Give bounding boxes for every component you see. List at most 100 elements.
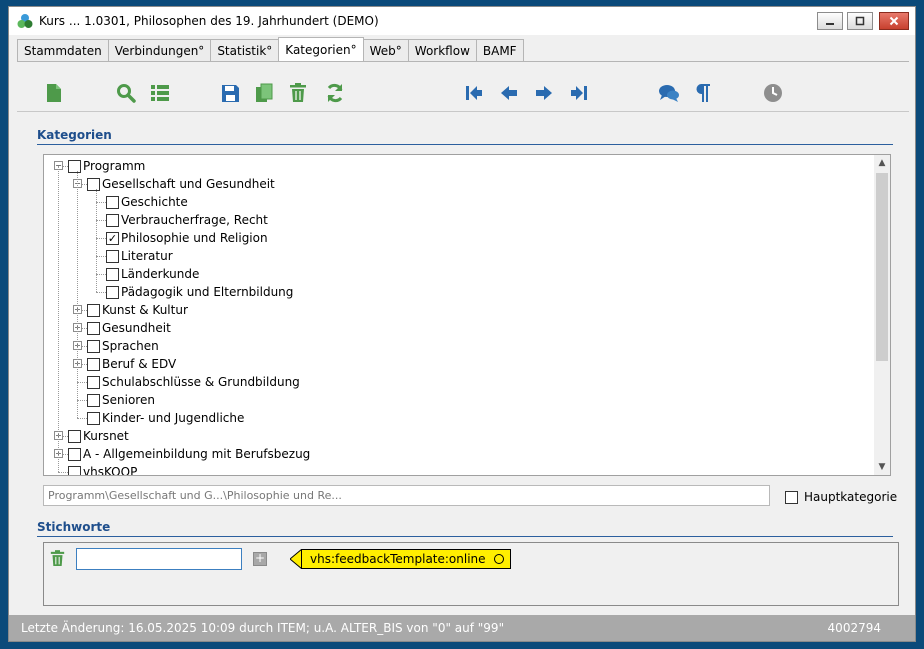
tree-item-label: Pädagogik und Elternbildung — [121, 285, 294, 299]
tree-item[interactable]: Schulabschlüsse & Grundbildung — [87, 373, 300, 391]
last-record-button[interactable] — [568, 82, 590, 104]
tree-item[interactable]: Kinder- und Jugendliche — [87, 409, 244, 427]
delete-button[interactable] — [287, 82, 309, 104]
tree-connector — [96, 274, 106, 275]
keyword-tag[interactable]: vhs:feedbackTemplate:online — [290, 549, 511, 569]
tree-item-checkbox[interactable] — [87, 375, 100, 389]
tree-item-checkbox[interactable]: ✓ — [106, 231, 119, 245]
list-button[interactable] — [149, 82, 171, 104]
tree-connector — [77, 171, 78, 418]
tree-item-label: Verbraucherfrage, Recht — [121, 213, 268, 227]
keyword-delete-button[interactable] — [50, 550, 65, 570]
tab-label: Stammdaten — [24, 43, 102, 58]
tree-item[interactable]: Gesellschaft und Gesundheit — [87, 175, 275, 193]
close-button[interactable] — [879, 12, 909, 30]
tree-item-label: A - Allgemeinbildung mit Berufsbezug — [83, 447, 311, 461]
refresh-button[interactable] — [324, 82, 346, 104]
scroll-down-icon[interactable]: ▼ — [874, 459, 890, 475]
tab-stammdaten[interactable]: Stammdaten — [17, 39, 109, 61]
previous-record-button[interactable] — [498, 82, 520, 104]
app-window: Kurs ... 1.0301, Philosophen des 19. Jah… — [8, 6, 916, 642]
tab-verbindungen[interactable]: Verbindungen° — [107, 39, 212, 61]
tree-item-checkbox[interactable] — [68, 465, 81, 475]
tree-item[interactable]: Senioren — [87, 391, 155, 409]
main-category-check[interactable] — [785, 490, 798, 504]
tab-bamf[interactable]: BAMF — [475, 39, 524, 61]
tree-item-label: Gesellschaft und Gesundheit — [102, 177, 275, 191]
paragraph-button[interactable] — [692, 82, 714, 104]
last-change-text: Letzte Änderung: 16.05.2025 10:09 durch … — [21, 621, 505, 635]
first-record-icon — [466, 86, 482, 100]
tree-item-label: Schulabschlüsse & Grundbildung — [102, 375, 300, 389]
tree-item-checkbox[interactable] — [87, 339, 100, 353]
tree-item-checkbox[interactable] — [106, 267, 119, 281]
add-keyword-button[interactable]: + — [253, 552, 267, 566]
tree-item[interactable]: Programm — [68, 157, 145, 175]
app-logo-icon — [17, 14, 33, 28]
scroll-up-icon[interactable]: ▲ — [874, 155, 890, 171]
tree-connector — [77, 418, 87, 419]
category-tree[interactable]: − Programm − Gesellschaft und Gesundheit Ges… — [43, 154, 891, 476]
refresh-icon — [327, 83, 343, 103]
tree-item[interactable]: Kursnet — [68, 427, 129, 445]
tree-connector — [77, 382, 87, 383]
main-category-checkbox[interactable]: Hauptkategorie — [785, 490, 897, 504]
tree-item-checkbox[interactable] — [68, 159, 81, 173]
tree-item[interactable]: Sprachen — [87, 337, 159, 355]
tree-item-checkbox[interactable] — [106, 285, 119, 299]
tree-item-checkbox[interactable] — [68, 429, 81, 443]
tree-item-checkbox[interactable] — [106, 249, 119, 263]
tree-item-checkbox[interactable] — [106, 195, 119, 209]
close-icon — [889, 16, 899, 26]
toolbar — [17, 62, 909, 112]
tab-web[interactable]: Web° — [362, 39, 409, 61]
tree-item[interactable]: vhsKOOP — [68, 463, 137, 475]
last-record-icon — [571, 86, 587, 100]
tree-item-checkbox[interactable] — [68, 447, 81, 461]
tree-item[interactable]: Kunst & Kultur — [87, 301, 188, 319]
save-button[interactable] — [219, 82, 241, 104]
tree-item[interactable]: Literatur — [106, 247, 173, 265]
tree-item-checkbox[interactable] — [87, 411, 100, 425]
status-bar: Letzte Änderung: 16.05.2025 10:09 durch … — [9, 615, 915, 641]
tree-item[interactable]: Pädagogik und Elternbildung — [106, 283, 293, 301]
tab-statistik[interactable]: Statistik° — [210, 39, 280, 61]
tree-item[interactable]: ✓ Philosophie und Religion — [106, 229, 268, 247]
tree-connector — [96, 189, 97, 292]
first-record-button[interactable] — [463, 82, 485, 104]
tree-item-checkbox[interactable] — [87, 321, 100, 335]
tree-item[interactable]: Gesundheit — [87, 319, 171, 337]
tree-item-checkbox[interactable] — [106, 213, 119, 227]
next-record-icon — [536, 86, 552, 100]
tree-item[interactable]: A - Allgemeinbildung mit Berufsbezug — [68, 445, 310, 463]
history-button[interactable] — [762, 82, 784, 104]
tree-item-checkbox[interactable] — [87, 357, 100, 371]
new-button[interactable] — [43, 82, 65, 104]
tag-hole-icon — [493, 554, 504, 564]
tree-item[interactable]: Verbraucherfrage, Recht — [106, 211, 268, 229]
scroll-thumb[interactable] — [876, 173, 888, 361]
tree-item-checkbox[interactable] — [87, 393, 100, 407]
new-document-icon — [47, 84, 61, 102]
tree-connector — [77, 400, 87, 401]
maximize-button[interactable] — [847, 12, 873, 30]
comments-button[interactable] — [658, 82, 680, 104]
history-clock-icon — [764, 84, 782, 102]
category-path-field[interactable]: Programm\Gesellschaft und G...\Philosoph… — [43, 485, 770, 506]
tree-item[interactable]: Länderkunde — [106, 265, 199, 283]
tree-item[interactable]: Geschichte — [106, 193, 188, 211]
copy-button[interactable] — [253, 82, 275, 104]
title-bar[interactable]: Kurs ... 1.0301, Philosophen des 19. Jah… — [9, 7, 915, 35]
tree-scrollbar[interactable]: ▲ ▼ — [874, 155, 890, 475]
next-record-button[interactable] — [533, 82, 555, 104]
tab-workflow[interactable]: Workflow — [407, 39, 477, 61]
tab-kategorien[interactable]: Kategorien° — [278, 37, 364, 61]
tree-item-checkbox[interactable] — [87, 177, 100, 191]
tree-item[interactable]: Beruf & EDV — [87, 355, 176, 373]
paragraph-icon — [696, 84, 710, 102]
tree-connector — [96, 220, 106, 221]
search-button[interactable] — [115, 82, 137, 104]
minimize-button[interactable] — [817, 12, 843, 30]
tree-item-checkbox[interactable] — [87, 303, 100, 317]
keyword-input[interactable] — [76, 548, 242, 570]
